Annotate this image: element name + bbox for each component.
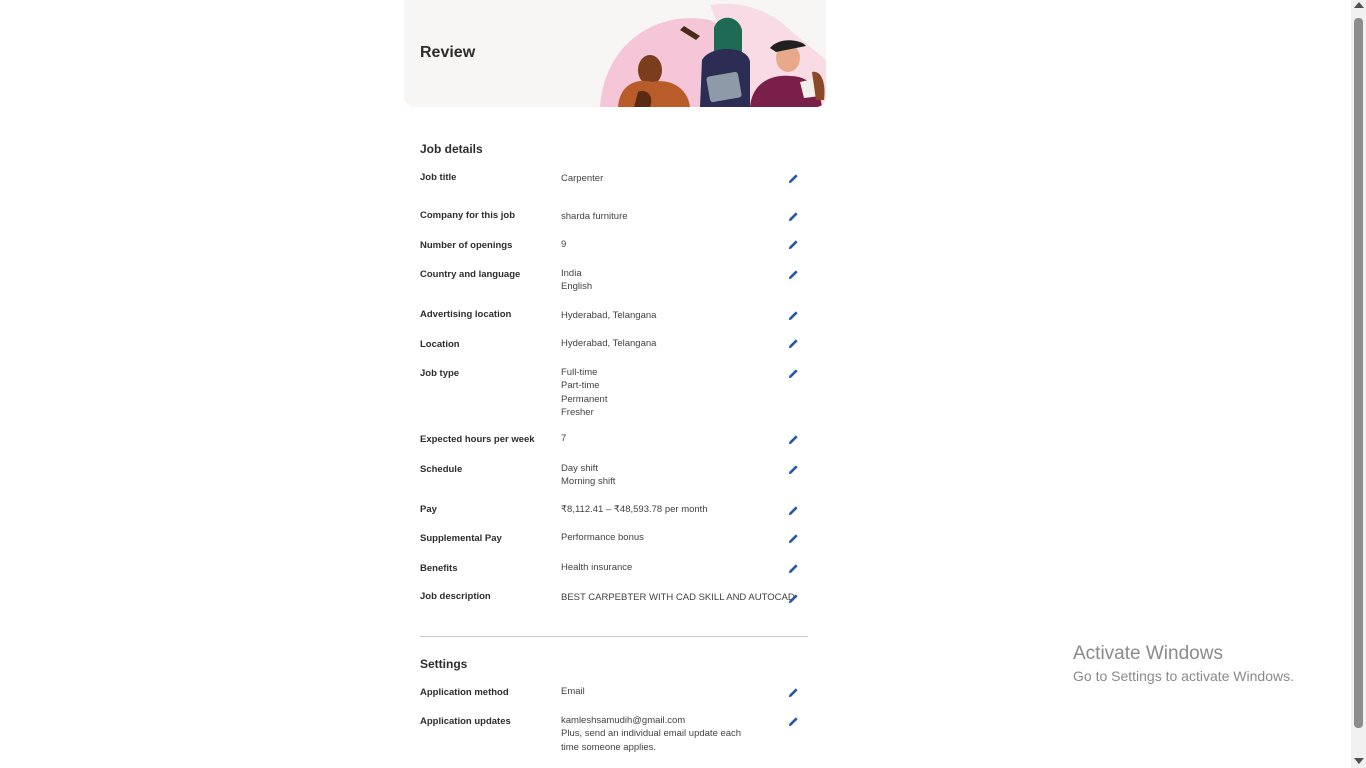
company-value: sharda furniture <box>561 210 776 223</box>
value-line: Carpenter <box>561 173 604 184</box>
edit-application-method-button[interactable] <box>785 684 801 700</box>
value-line: Health insurance <box>561 562 633 573</box>
section-divider <box>420 636 808 637</box>
job-type-label: Job type <box>420 368 460 379</box>
pencil-icon <box>788 368 798 378</box>
supplemental-pay-label: Supplemental Pay <box>420 533 502 544</box>
job-title-value: Carpenter <box>561 172 776 185</box>
pencil-icon <box>788 338 798 348</box>
location-label: Location <box>420 339 460 350</box>
page-title: Review <box>420 44 476 61</box>
value-line: BEST CARPEBTER WITH CAD SKILL AND AUTOCA… <box>561 592 795 603</box>
expected-hours-value: 7 <box>561 432 776 445</box>
pencil-icon <box>788 239 798 249</box>
value-line: 7 <box>561 433 567 444</box>
pencil-icon <box>788 716 798 726</box>
pay-label: Pay <box>420 504 437 515</box>
pencil-icon <box>788 269 798 279</box>
pencil-icon <box>788 505 798 515</box>
value-line: Permanent <box>561 393 608 405</box>
value-line: Day shift <box>561 463 598 474</box>
location-value: Hyderabad, Telangana <box>561 337 776 350</box>
pencil-icon <box>788 211 798 221</box>
pencil-icon <box>788 173 798 183</box>
value-line: 9 <box>561 239 567 250</box>
review-header: Review <box>404 0 826 107</box>
value-line: Full-time <box>561 367 598 378</box>
country-language-value: India English <box>561 267 776 294</box>
watermark-title: Activate Windows <box>1073 643 1223 664</box>
edit-job-title-button[interactable] <box>785 170 801 186</box>
pencil-icon <box>788 563 798 573</box>
watermark-subtitle: Go to Settings to activate Windows. <box>1073 668 1294 684</box>
edit-country-language-button[interactable] <box>785 266 801 282</box>
value-line: sharda furniture <box>561 211 628 222</box>
value-line: Performance bonus <box>561 532 644 543</box>
edit-benefits-button[interactable] <box>785 560 801 576</box>
value-line: Hyderabad, Telangana <box>561 338 657 349</box>
pencil-icon <box>788 310 798 320</box>
job-title-label: Job title <box>420 172 457 183</box>
edit-job-description-button[interactable] <box>785 590 801 606</box>
vertical-scrollbar[interactable] <box>1351 0 1366 768</box>
edit-location-button[interactable] <box>785 335 801 351</box>
benefits-label: Benefits <box>420 563 458 574</box>
application-updates-value: kamleshsamudih@gmail.com Plus, send an i… <box>561 714 761 754</box>
value-line: Part-time <box>561 380 600 392</box>
company-label: Company for this job <box>420 210 515 221</box>
value-line: India <box>561 268 582 279</box>
value-line: English <box>561 281 593 293</box>
pencil-icon <box>788 593 798 603</box>
value-line: Plus, send an individual email update ea… <box>561 728 742 753</box>
edit-company-button[interactable] <box>785 208 801 224</box>
country-language-label: Country and language <box>420 269 521 280</box>
job-type-value: Full-time Part-time Permanent Fresher <box>561 366 776 419</box>
value-line: ₹8,112.41 – ₹48,593.78 per month <box>561 504 708 515</box>
edit-advertising-location-button[interactable] <box>785 307 801 323</box>
application-method-value: Email <box>561 685 776 698</box>
benefits-value: Health insurance <box>561 561 776 574</box>
pay-value: ₹8,112.41 – ₹48,593.78 per month <box>561 503 776 516</box>
edit-expected-hours-button[interactable] <box>785 431 801 447</box>
edit-schedule-button[interactable] <box>785 461 801 477</box>
settings-heading: Settings <box>420 657 468 671</box>
scrollbar-thumb[interactable] <box>1354 18 1363 728</box>
people-illustration <box>600 3 826 107</box>
value-line: Fresher <box>561 406 594 418</box>
edit-pay-button[interactable] <box>785 502 801 518</box>
advertising-location-value: Hyderabad, Telangana <box>561 309 776 322</box>
pencil-icon <box>788 687 798 697</box>
openings-label: Number of openings <box>420 240 513 251</box>
job-description-value: BEST CARPEBTER WITH CAD SKILL AND AUTOCA… <box>561 591 795 604</box>
schedule-label: Schedule <box>420 464 463 475</box>
value-line: Morning shift <box>561 476 616 488</box>
application-updates-label: Application updates <box>420 716 511 727</box>
scroll-down-arrow-icon[interactable] <box>1354 758 1364 764</box>
value-line: kamleshsamudih@gmail.com <box>561 715 686 726</box>
job-details-heading: Job details <box>420 142 483 156</box>
schedule-value: Day shift Morning shift <box>561 462 776 489</box>
scroll-up-arrow-icon[interactable] <box>1354 2 1364 8</box>
edit-application-updates-button[interactable] <box>785 713 801 729</box>
edit-job-type-button[interactable] <box>785 365 801 381</box>
pencil-icon <box>788 464 798 474</box>
expected-hours-label: Expected hours per week <box>420 434 535 445</box>
value-line: Hyderabad, Telangana <box>561 310 657 321</box>
openings-value: 9 <box>561 238 776 251</box>
pencil-icon <box>788 533 798 543</box>
activate-windows-watermark: Activate Windows Go to Settings to activ… <box>1073 643 1294 685</box>
value-line: Email <box>561 686 585 697</box>
pencil-icon <box>788 434 798 444</box>
supplemental-pay-value: Performance bonus <box>561 531 776 544</box>
advertising-location-label: Advertising location <box>420 309 512 320</box>
job-description-label: Job description <box>420 591 491 602</box>
edit-openings-button[interactable] <box>785 236 801 252</box>
edit-supplemental-pay-button[interactable] <box>785 530 801 546</box>
application-method-label: Application method <box>420 687 509 698</box>
